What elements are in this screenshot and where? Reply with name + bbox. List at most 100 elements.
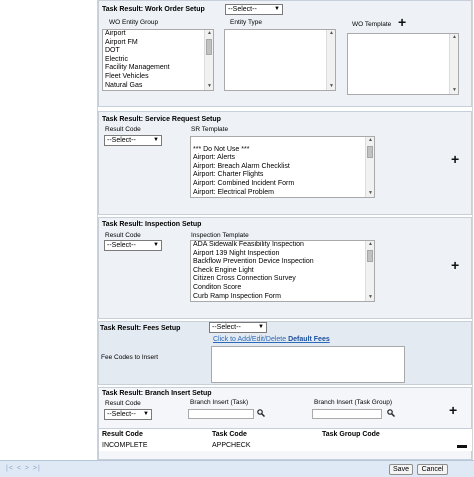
default-fees-link[interactable]: Click to Add/Edit/Delete Default Fees — [213, 336, 330, 343]
branch-insert-setup-title: Task Result: Branch Insert Setup — [102, 390, 212, 397]
default-fees-link-label: Default Fees — [288, 336, 330, 343]
fees-select-value: --Select-- — [212, 324, 241, 331]
sr-result-code-label: Result Code — [105, 126, 141, 133]
list-item[interactable]: Backflow Prevention Device Inspection — [191, 258, 374, 267]
column-header-task-code: Task Code — [212, 430, 247, 438]
list-item[interactable]: Airport: Combined Incident Form — [191, 180, 374, 189]
list-item[interactable]: Facility Management — [103, 64, 213, 73]
scroll-up-icon[interactable]: ▲ — [367, 241, 374, 248]
list-item[interactable]: Airport: Alerts — [191, 154, 374, 163]
cell-task-code: APPCHECK — [212, 441, 251, 449]
list-item[interactable]: Fleet Vehicles — [103, 73, 213, 82]
list-item[interactable]: Citizen Cross Connection Survey — [191, 275, 374, 284]
list-item[interactable]: Conditon Score — [191, 284, 374, 293]
wo-template-scrollbar[interactable]: ▲ ▼ — [449, 34, 458, 94]
list-item[interactable]: ADA Sidewalk Feasibility Inspection — [191, 241, 374, 250]
add-branch-insert-plus-icon[interactable]: + — [449, 403, 457, 417]
list-item[interactable]: Airport FM — [103, 39, 213, 48]
table-header-row: Result Code Task Code Task Group Code — [99, 428, 472, 440]
fees-setup-panel: Task Result: Fees Setup --Select-- ▼ Cli… — [98, 321, 472, 385]
fee-codes-list[interactable] — [211, 346, 405, 383]
branch-task-group-input[interactable] — [312, 409, 382, 419]
service-request-setup-title: Task Result: Service Request Setup — [102, 116, 221, 123]
save-button[interactable]: Save — [389, 464, 413, 475]
branch-result-code-value: --Select-- — [107, 411, 136, 418]
scroll-up-icon[interactable]: ▲ — [206, 30, 213, 37]
list-item[interactable]: DOT — [103, 47, 213, 56]
service-request-setup-panel: Task Result: Service Request Setup Resul… — [98, 111, 472, 215]
default-fees-link-prefix: Click to Add/Edit/Delete — [213, 336, 287, 343]
chevron-down-icon: ▼ — [153, 242, 159, 248]
list-item[interactable]: Natural Gas — [103, 82, 213, 90]
list-item[interactable]: *** Do Not Use *** — [191, 146, 374, 155]
sr-result-code-value: --Select-- — [107, 137, 136, 144]
chevron-down-icon: ▼ — [153, 137, 159, 143]
branch-task-input[interactable] — [188, 409, 254, 419]
insp-template-label: Inspection Template — [191, 232, 249, 239]
column-header-result-code: Result Code — [102, 430, 143, 438]
left-gutter — [0, 0, 97, 460]
branch-insert-table: Result Code Task Code Task Group Code IN… — [99, 428, 472, 451]
scroll-up-icon[interactable]: ▲ — [367, 137, 374, 144]
scroll-down-icon[interactable]: ▼ — [367, 190, 374, 197]
scroll-down-icon[interactable]: ▼ — [451, 87, 458, 94]
branch-task-search-icon[interactable] — [257, 409, 265, 417]
pager-controls[interactable]: |< < > >| — [6, 465, 41, 472]
wo-entity-group-scrollbar[interactable]: ▲ ▼ — [204, 30, 213, 90]
wo-entity-group-list[interactable]: Airport Airport FM DOT Electric Facility Man… — [102, 29, 214, 91]
scroll-down-icon[interactable]: ▼ — [328, 83, 335, 90]
list-item[interactable]: Airport: Breach Alarm Checklist — [191, 163, 374, 172]
add-sr-template-plus-icon[interactable]: + — [451, 152, 459, 166]
wo-entity-group-label: WO Entity Group — [109, 19, 159, 26]
list-item[interactable]: Check Engine Light — [191, 267, 374, 276]
sr-template-scrollbar[interactable]: ▲ ▼ — [365, 137, 374, 197]
entity-type-scrollbar[interactable]: ▲ ▼ — [326, 30, 335, 90]
list-item[interactable]: Airport: Electrical Problem — [191, 189, 374, 197]
sr-template-list[interactable]: *** Do Not Use *** Airport: Alerts Airport… — [190, 136, 375, 198]
list-item[interactable]: Airport — [103, 30, 213, 39]
cell-result-code: INCOMPLETE — [102, 441, 148, 449]
inspection-template-list[interactable]: ADA Sidewalk Feasibility Inspection Airpo… — [190, 240, 375, 302]
insp-result-code-label: Result Code — [105, 232, 141, 239]
inspection-setup-panel: Task Result: Inspection Setup Result Cod… — [98, 217, 472, 319]
branch-task-group-search-icon[interactable] — [387, 409, 395, 417]
cancel-button[interactable]: Cancel — [417, 464, 448, 475]
scroll-thumb[interactable] — [367, 146, 373, 158]
scroll-down-icon[interactable]: ▼ — [206, 83, 213, 90]
chevron-down-icon: ▼ — [274, 6, 280, 12]
list-item[interactable]: Curb Ramp Inspection Form — [191, 293, 374, 301]
fees-select[interactable]: --Select-- ▼ — [209, 322, 267, 333]
column-header-task-group-code: Task Group Code — [322, 430, 380, 438]
add-inspection-template-plus-icon[interactable]: + — [451, 258, 459, 272]
add-wo-template-plus-icon[interactable]: + — [398, 15, 406, 29]
list-item[interactable]: Electric — [103, 56, 213, 65]
inspection-template-scrollbar[interactable]: ▲ ▼ — [365, 241, 374, 301]
list-item[interactable]: Airport: Charter Flights — [191, 171, 374, 180]
remove-row-minus-icon[interactable] — [457, 445, 467, 448]
branch-result-code-select[interactable]: --Select-- ▼ — [104, 409, 152, 420]
work-order-setup-panel: Task Result: Work Order Setup --Select--… — [98, 0, 472, 107]
wo-template-label: WO Template — [352, 21, 392, 28]
wo-template-list[interactable]: ▲ ▼ — [347, 33, 459, 95]
fees-setup-title: Task Result: Fees Setup — [100, 325, 181, 332]
list-item[interactable]: Airport 139 Night Inspection — [191, 250, 374, 259]
branch-task-label: Branch Insert (Task) — [190, 399, 249, 406]
insp-result-code-select[interactable]: --Select-- ▼ — [104, 240, 162, 251]
scroll-down-icon[interactable]: ▼ — [367, 294, 374, 301]
branch-result-code-label: Result Code — [105, 400, 141, 407]
entity-type-list[interactable]: ▲ ▼ — [224, 29, 336, 91]
sr-template-label: SR Template — [191, 126, 229, 133]
scroll-up-icon[interactable]: ▲ — [451, 34, 458, 41]
fee-codes-label: Fee Codes to Insert — [101, 354, 159, 361]
scroll-thumb[interactable] — [367, 250, 373, 262]
scroll-up-icon[interactable]: ▲ — [328, 30, 335, 37]
table-row[interactable]: INCOMPLETE APPCHECK — [99, 439, 472, 451]
work-order-select[interactable]: --Select-- ▼ — [225, 4, 283, 15]
footer-toolbar: |< < > >| Save Cancel — [0, 460, 474, 477]
sr-result-code-select[interactable]: --Select-- ▼ — [104, 135, 162, 146]
work-order-select-value: --Select-- — [228, 6, 257, 13]
scroll-thumb[interactable] — [206, 39, 212, 55]
inspection-setup-title: Task Result: Inspection Setup — [102, 221, 202, 228]
list-item[interactable] — [191, 137, 374, 146]
task-result-form: Task Result: Work Order Setup --Select--… — [97, 0, 472, 460]
